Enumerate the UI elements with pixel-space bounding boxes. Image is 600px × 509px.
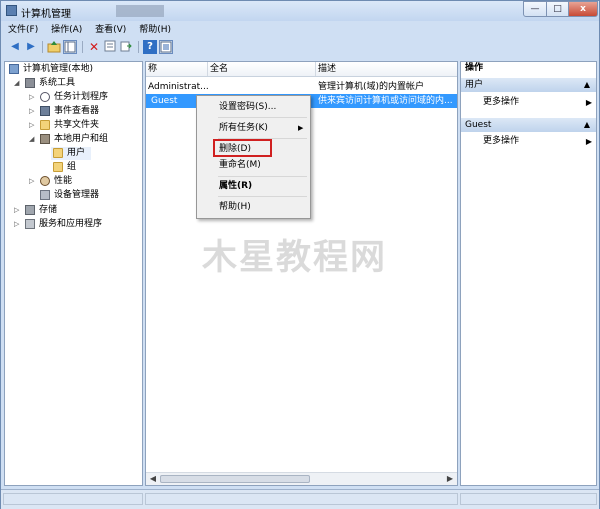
table-row[interactable]: Administrat... 管理计算机(域)的内置帐户 [146,80,457,94]
computer-management-icon [6,5,17,16]
show-tree-icon[interactable] [63,40,77,54]
performance-icon [40,176,50,186]
submenu-arrow-icon: ▶ [298,124,304,132]
menu-item-properties[interactable]: 属性(R) [219,179,252,193]
menu-separator [218,117,307,118]
scroll-thumb[interactable] [160,475,310,483]
back-icon[interactable]: ◀ [8,40,22,54]
menu-item-set-password[interactable]: 设置密码(S)... [219,100,276,114]
tree-item-users[interactable]: 用户 [51,147,91,160]
menu-item-rename[interactable]: 重命名(M) [219,158,261,172]
actions-header: 操作 [465,63,484,73]
tools-icon [25,78,35,88]
folder-icon [53,162,63,172]
expand-arrow-icon[interactable]: ▷ [29,175,34,188]
help-icon[interactable]: ? [143,40,157,54]
collapse-up-icon[interactable]: ▲ [584,118,590,132]
export-icon[interactable] [119,40,133,54]
maximize-button[interactable]: □ [546,1,569,17]
expand-arrow-icon[interactable]: ▷ [14,218,19,231]
collapse-up-icon[interactable]: ▲ [584,78,590,92]
delete-highlight-box [213,139,272,157]
menu-bar: 文件(F) 操作(A) 查看(V) 帮助(H) [3,23,176,37]
menu-item-all-tasks[interactable]: 所有任务(K) [219,121,307,135]
scroll-right-icon[interactable]: ▶ [444,473,456,485]
context-menu: 设置密码(S)... 所有任务(K) ▶ 删除(D) 重命名(M) 属性(R) … [196,95,311,219]
shared-folder-icon [40,120,50,130]
console-tree-pane: 计算机管理(本地) ◢ 系统工具 ▷ 任务计划程序 ▷ 事件查看器 ▷ 共享文件… [4,61,143,486]
close-button[interactable]: x [568,1,598,17]
users-group-icon [40,134,50,144]
toolbar-separator [82,41,83,53]
status-segment [460,493,597,505]
submenu-arrow-icon: ▶ [585,137,592,146]
toolbar: ◀ ▶ ✕ ? [3,39,597,56]
scroll-left-icon[interactable]: ◀ [147,473,159,485]
minimize-button[interactable]: — [523,1,547,17]
column-description[interactable]: 描述 [316,62,457,76]
event-viewer-icon [40,106,50,116]
up-icon[interactable] [47,40,61,54]
expand-arrow-icon[interactable]: ▷ [29,105,34,118]
clock-icon [40,92,50,102]
watermark-text: 木星教程网 [202,238,388,278]
computer-icon [9,64,19,74]
menu-action[interactable]: 操作(A) [46,23,87,37]
collapse-arrow-icon[interactable]: ◢ [14,77,19,90]
actions-section-guest[interactable]: Guest ▲ [461,118,596,132]
more-actions-guest[interactable]: 更多操作 ▶ [483,135,592,148]
column-fullname[interactable]: 全名 [208,62,316,76]
device-manager-icon [40,190,50,200]
menu-item-help[interactable]: 帮助(H) [219,200,251,214]
window-title: 计算机管理 [21,9,71,20]
services-icon [25,219,35,229]
menu-view[interactable]: 查看(V) [90,23,131,37]
menu-separator [218,176,307,177]
column-name[interactable]: 称 [146,62,208,76]
storage-icon [25,205,35,215]
expand-arrow-icon[interactable]: ▷ [29,91,34,104]
collapse-arrow-icon[interactable]: ◢ [29,133,34,146]
actions-section-users[interactable]: 用户 ▲ [461,78,596,92]
blurred-region [116,5,164,17]
menu-separator [218,196,307,197]
status-segment [145,493,458,505]
horizontal-scrollbar[interactable]: ◀ ▶ [146,472,457,485]
title-bar[interactable]: 计算机管理 — □ x [1,1,599,21]
forward-icon[interactable]: ▶ [24,40,38,54]
more-actions-users[interactable]: 更多操作 ▶ [483,96,592,109]
folder-icon [53,148,63,158]
toolbar-separator [42,41,43,53]
status-bar [1,489,599,509]
submenu-arrow-icon: ▶ [585,98,592,107]
properties-icon[interactable] [103,40,117,54]
expand-arrow-icon[interactable]: ▷ [29,119,34,132]
actions-pane: 操作 用户 ▲ 更多操作 ▶ Guest ▲ 更多操作 ▶ [460,61,597,486]
toolbar-separator [138,41,139,53]
status-segment [3,493,143,505]
expand-arrow-icon[interactable]: ▷ [14,204,19,217]
menu-file[interactable]: 文件(F) [3,23,43,37]
delete-icon[interactable]: ✕ [87,40,101,54]
console-icon[interactable] [159,40,173,54]
list-header: 称 全名 描述 [146,62,457,77]
menu-help[interactable]: 帮助(H) [134,23,176,37]
